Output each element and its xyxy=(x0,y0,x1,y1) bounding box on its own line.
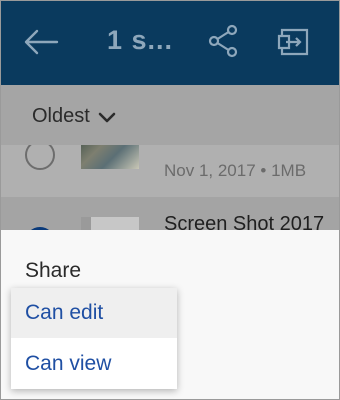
file-list: Nov 1, 2017 • 1MB Oldest Screen Shot 201… xyxy=(1,85,339,257)
menu-item-can-view[interactable]: Can view xyxy=(11,339,177,389)
back-arrow-icon[interactable] xyxy=(23,27,59,57)
sort-bar[interactable]: Oldest xyxy=(1,85,339,145)
app-bar: 1 s... xyxy=(1,1,339,85)
sort-label: Oldest xyxy=(32,105,90,127)
move-to-folder-icon[interactable] xyxy=(276,27,310,57)
share-bottom-sheet: Share Can edit Can view xyxy=(1,230,339,399)
permission-menu: Can edit Can view xyxy=(11,288,177,389)
app-window: 1 s... Nov 1, 2017 • 1MB Oldest Screen S… xyxy=(0,0,340,400)
page-title: 1 s... xyxy=(107,25,174,55)
sheet-title: Share xyxy=(25,259,82,282)
share-icon[interactable] xyxy=(207,24,239,58)
menu-item-can-edit[interactable]: Can edit xyxy=(11,288,177,338)
file-meta: Nov 1, 2017 • 1MB xyxy=(164,161,307,180)
chevron-down-icon xyxy=(98,112,116,123)
